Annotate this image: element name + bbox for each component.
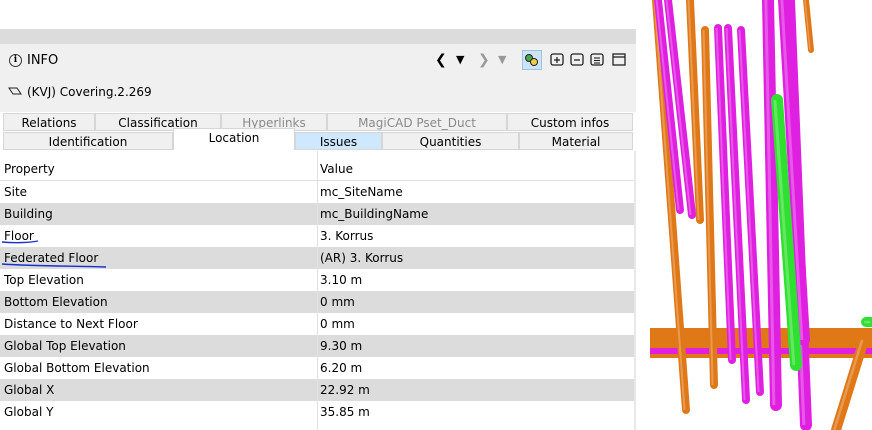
property-value: 22.92 m: [320, 383, 370, 397]
forward-button[interactable]: ❯: [478, 52, 490, 68]
property-value: mc_SiteName: [320, 185, 403, 199]
window-icon[interactable]: [611, 51, 627, 67]
panel-title: INFO: [27, 53, 59, 68]
property-value: 0 mm: [320, 317, 355, 331]
column-header-value[interactable]: Value: [320, 157, 630, 181]
tree-view-icon[interactable]: [522, 50, 542, 70]
remove-panel-icon[interactable]: [569, 51, 585, 67]
tab-material[interactable]: Material: [519, 132, 633, 150]
add-panel-icon[interactable]: [549, 51, 565, 67]
property-value: 9.30 m: [320, 339, 363, 353]
tab-quantities[interactable]: Quantities: [382, 132, 519, 150]
property-name: Global Y: [4, 405, 54, 419]
covering-icon: [8, 86, 22, 99]
tab-magicad-pset-duct: MagiCAD Pset_Duct: [327, 113, 507, 131]
panel-top-bar: [0, 29, 636, 44]
property-name: Distance to Next Floor: [4, 317, 138, 331]
tab-issues[interactable]: Issues: [295, 132, 382, 150]
back-button[interactable]: ❮: [435, 52, 447, 68]
property-name: Global Bottom Elevation: [4, 361, 150, 375]
column-header-property[interactable]: Property: [4, 157, 314, 181]
column-divider: [317, 151, 318, 430]
property-value: 35.85 m: [320, 405, 370, 419]
property-name: Global X: [4, 383, 55, 397]
list-panel-icon[interactable]: [589, 51, 605, 67]
property-value: 3. Korrus: [320, 229, 374, 243]
tab-identification[interactable]: Identification: [3, 132, 173, 150]
property-name: Global Top Elevation: [4, 339, 126, 353]
3d-scene[interactable]: [636, 0, 872, 430]
property-value: (AR) 3. Korrus: [320, 251, 404, 265]
property-value: 0 mm: [320, 295, 355, 309]
3d-viewport[interactable]: [636, 0, 872, 430]
pen-annotation: [1, 240, 107, 268]
property-value: 6.20 m: [320, 361, 363, 375]
property-value: mc_BuildingName: [320, 207, 429, 221]
back-dropdown-icon[interactable]: ▼: [456, 52, 464, 68]
info-icon: i: [9, 54, 22, 67]
property-name: Building: [4, 207, 53, 221]
tab-custom-infos[interactable]: Custom infos: [507, 113, 633, 131]
property-value: 3.10 m: [320, 273, 363, 287]
object-name: (KVJ) Covering.2.269: [27, 85, 152, 99]
info-panel: i INFO ❮ ▼ ❯ ▼ (KVJ) Covering.2.269 Rela…: [0, 0, 636, 430]
property-name: Bottom Elevation: [4, 295, 108, 309]
property-name: Site: [4, 185, 28, 199]
tab-relations[interactable]: Relations: [3, 113, 95, 131]
tab-location[interactable]: Location: [173, 128, 295, 150]
forward-dropdown-icon[interactable]: ▼: [498, 52, 506, 68]
